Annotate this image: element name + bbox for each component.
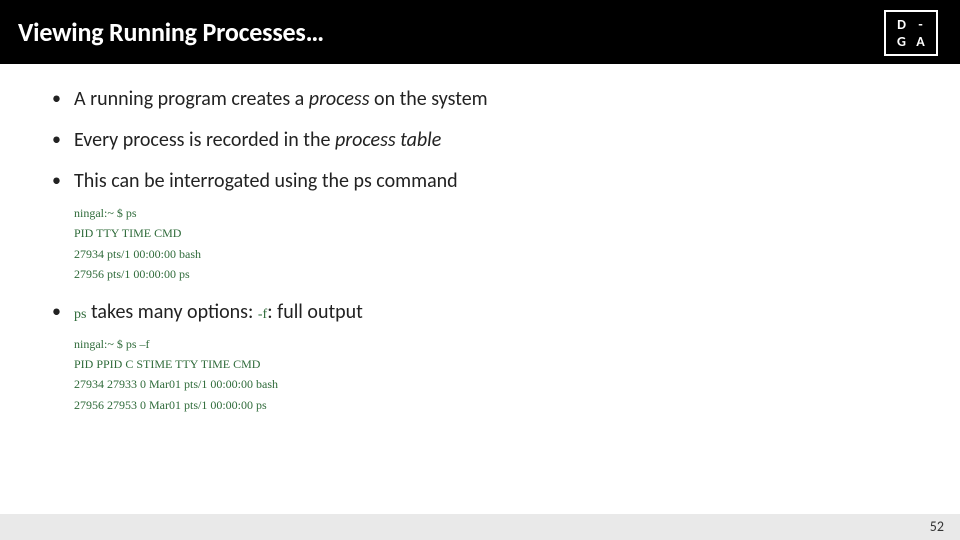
term2-line3: 27934 27933 0 Mar01 pts/1 00:00:00 bash	[74, 374, 930, 394]
content-area: A running program creates a process on t…	[0, 64, 960, 415]
bullet-1-em: process	[309, 87, 370, 111]
bullet-1-post: on the system	[370, 87, 488, 111]
page-number: 52	[930, 518, 944, 535]
bullet-3: This can be interrogated using the ps co…	[30, 168, 930, 285]
slide: Viewing Running Processes… D - G A A run…	[0, 0, 960, 540]
term2-line1: ningal:~ $ ps –f	[74, 334, 930, 354]
bullet-2: Every process is recorded in the process…	[30, 127, 930, 154]
bullet-2-pre: Every process is recorded in the	[74, 128, 335, 152]
bullet-list: A running program creates a process on t…	[30, 86, 930, 415]
logo-tr: -	[911, 16, 930, 33]
bullet-4-flag: -f	[258, 307, 267, 322]
page-title: Viewing Running Processes…	[18, 16, 324, 48]
term1-line4: 27956 pts/1 00:00:00 ps	[74, 264, 930, 284]
bullet-1-pre: A running program creates a	[74, 87, 309, 111]
term2-line4: 27956 27953 0 Mar01 pts/1 00:00:00 ps	[74, 395, 930, 415]
term1-line2: PID TTY TIME CMD	[74, 223, 930, 243]
logo-br: A	[911, 33, 930, 50]
header-bar: Viewing Running Processes… D - G A	[0, 0, 960, 64]
terminal-block-1: ningal:~ $ ps PID TTY TIME CMD 27934 pts…	[74, 203, 930, 285]
terminal-block-2: ningal:~ $ ps –f PID PPID C STIME TTY TI…	[74, 334, 930, 416]
bullet-1: A running program creates a process on t…	[30, 86, 930, 113]
logo: D - G A	[884, 10, 938, 56]
term2-line2: PID PPID C STIME TTY TIME CMD	[74, 354, 930, 374]
bullet-4: ps takes many options: -f: full output n…	[30, 299, 930, 416]
bullet-3-text: This can be interrogated using the ps co…	[74, 169, 458, 193]
footer-bar: 52	[0, 514, 960, 540]
bullet-4-mid: takes many options:	[86, 300, 257, 324]
term1-line3: 27934 pts/1 00:00:00 bash	[74, 244, 930, 264]
bullet-4-post: : full output	[267, 300, 363, 324]
bullet-4-code: ps	[74, 307, 86, 322]
term1-line1: ningal:~ $ ps	[74, 203, 930, 223]
logo-bl: G	[892, 33, 911, 50]
logo-tl: D	[892, 16, 911, 33]
bullet-2-em: process table	[335, 128, 441, 152]
